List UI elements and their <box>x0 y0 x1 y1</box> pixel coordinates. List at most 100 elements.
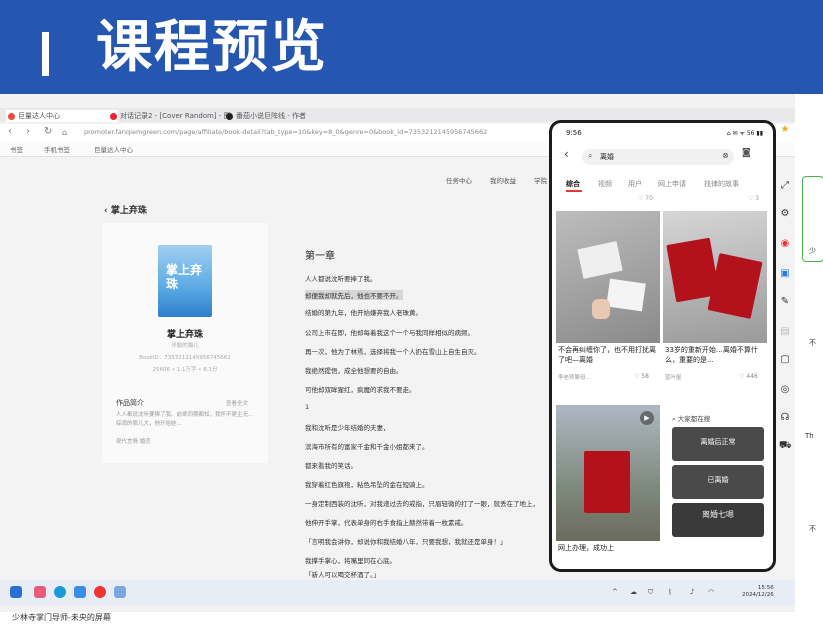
nav-academy[interactable]: 学院 <box>534 175 547 185</box>
likes-count: ♡ 3 <box>748 195 760 202</box>
note-card[interactable]: 33岁的重新开始…离婚不算什么，重要的是... 蓝叶屋 ♡ 446 <box>663 211 767 389</box>
recommend-label: 离婚七嗯 <box>702 510 734 519</box>
app-icon[interactable] <box>34 586 46 598</box>
course-banner: 课程预览 <box>0 0 823 94</box>
target-icon[interactable]: ◎ <box>779 384 791 396</box>
text-line: 人人都说沈听要捧了我。 <box>305 275 377 283</box>
chat-icon[interactable]: ▣ <box>779 268 791 280</box>
reload-icon[interactable]: ↻ <box>44 126 52 137</box>
browser-icon[interactable] <box>54 586 66 598</box>
right-panel-edge: 少 不 Th 不 <box>795 94 823 612</box>
note-card[interactable]: 不会再纠缠你了，也不用打扰离了吧—离婚 李老师聊母... ♡ 58 <box>556 211 660 389</box>
card-likes: ♡ 58 <box>634 373 649 380</box>
search-icon: ⌕ <box>588 151 593 160</box>
card-title: 不会再纠缠你了，也不用打扰离了吧—离婚 <box>558 346 656 364</box>
book-cover[interactable]: 掌上弃珠 <box>158 245 212 317</box>
tab-users[interactable]: 用户 <box>628 179 642 189</box>
edge-label: Th <box>805 432 814 440</box>
phone-time: 9:56 <box>566 129 582 137</box>
likes-count: ♡ 70 <box>638 195 653 202</box>
phone-status-icons: ⌂ ✉ ᯤ 56 ▮▮ <box>726 130 763 137</box>
intro-text: 人人都说沈听要捧了我。前辈同期都知，我怀不更主无...综观的罪儿大，他开始娃..… <box>116 412 254 427</box>
wifi-icon[interactable]: ◠ <box>708 588 714 596</box>
book-info-card: 掌上弃珠 掌上弃珠 洋胶的猫儿 BookID：73532121459567456… <box>102 223 268 463</box>
favorite-icon[interactable]: ★ <box>779 124 791 136</box>
cloud-icon[interactable]: ☁ <box>630 588 637 596</box>
text-line: 却便我却就先后，他也不要不开。 <box>305 290 403 300</box>
search-query: 离婚 <box>600 153 614 161</box>
tab-label: 番茄小说巨阵线 - 作者 <box>236 112 306 120</box>
tab-video[interactable]: 视频 <box>598 179 612 189</box>
bookmark-item[interactable]: 巨量达人中心 <box>94 144 133 154</box>
book-tags: 现代言情 婚恋 <box>116 439 151 445</box>
marriage-certificate-image <box>584 451 630 513</box>
copy-icon[interactable]: ▢ <box>779 354 791 366</box>
bluetooth-icon[interactable]: ᛒ <box>668 588 672 596</box>
tab-3[interactable]: 番茄小说巨阵线 - 作者 <box>224 110 336 122</box>
text-line: 再一次，他为了林焉，选择将我一个人扔在雪山上自生自灭。 <box>305 348 481 356</box>
nav-earnings[interactable]: 我的收益 <box>490 175 516 185</box>
play-icon[interactable]: ▶ <box>640 411 654 425</box>
edge-label: 少 <box>809 247 816 255</box>
camera-icon[interactable]: ◙ <box>742 148 751 158</box>
expand-icon[interactable]: ⤢ <box>779 180 791 192</box>
edge-label: 不 <box>809 525 816 533</box>
book-stats: 25606 • 1.1万字 • 8.1分 <box>152 367 218 373</box>
tab-stories[interactable]: 找律的故事 <box>704 179 739 189</box>
chevron-up-icon[interactable]: ^ <box>612 588 618 596</box>
card-title: 33岁的重新开始…离婚不算什么，重要的是... <box>665 346 758 364</box>
text-line: 滨海市所有的富家千金和千金小姐都来了。 <box>305 443 429 451</box>
book-id: BookID：7353212145956745662 <box>139 355 231 361</box>
clear-icon[interactable]: ⊗ <box>722 151 729 160</box>
text-line: 我绝然提悟，成全他想要的自由。 <box>305 367 403 375</box>
headset-icon[interactable]: ☊ <box>779 412 791 424</box>
note-card[interactable]: ▶ 网上办理，成功上 <box>556 405 660 565</box>
recommend-item[interactable]: 离婚七嗯 <box>672 503 764 537</box>
volume-icon[interactable]: ♪ <box>690 588 694 596</box>
intro-more-link[interactable]: 查看全文 <box>226 399 248 407</box>
hand-image <box>592 299 610 319</box>
app-icon[interactable] <box>74 586 86 598</box>
back-link[interactable]: ‹ 掌上弃珠 <box>104 203 147 216</box>
search-input[interactable]: ⌕ 离婚 ⊗ <box>582 149 734 165</box>
app-icon[interactable] <box>114 586 126 598</box>
tab-all[interactable]: 综合 <box>566 179 580 189</box>
back-arrow-icon[interactable]: ‹ <box>564 147 569 161</box>
settings-icon[interactable]: ⚙ <box>779 208 791 220</box>
cart-icon[interactable]: ⛟ <box>779 440 792 452</box>
document-paper <box>606 278 646 312</box>
edit-icon[interactable]: ✎ <box>779 296 791 308</box>
back-icon[interactable]: ‹ <box>8 126 12 137</box>
recommended-searches: ⌕ 大家都在搜 离婚后正常 已离婚 离婚七嗯 <box>668 413 768 563</box>
tab-favicon-icon <box>226 113 233 120</box>
tab-1[interactable]: 巨量达人中心 <box>6 110 118 122</box>
text-line: 可他却双眸猩红，疯魔的求我不要走。 <box>305 386 416 394</box>
card-likes: ♡ 446 <box>739 373 758 380</box>
text-line: 公司上市在即，他却每着我这个一个与我同样相似的病频。 <box>305 329 474 337</box>
chapter-title: 第一章 <box>305 251 335 262</box>
url-field[interactable]: promoter.fanqiemgreen.com/page/affiliate… <box>84 128 487 136</box>
shield-icon[interactable]: ⛉ <box>648 588 653 597</box>
card-photo <box>556 211 660 343</box>
recommend-label: 已离婚 <box>707 476 729 484</box>
home-icon[interactable]: ⌂ <box>62 128 67 137</box>
clock[interactable]: 15:56 2024/12/26 <box>742 585 774 599</box>
app-icon[interactable] <box>94 586 106 598</box>
nav-task-center[interactable]: 任务中心 <box>446 175 472 185</box>
recommend-item[interactable]: 已离婚 <box>672 465 764 499</box>
bookmark-item[interactable]: 手机书签 <box>44 144 70 154</box>
tab-2[interactable]: 对话记录2 - [Cover Random] - 图片 <box>108 110 232 122</box>
clock-time: 15:56 <box>757 585 774 591</box>
bookmark-item[interactable]: 书签 <box>10 144 23 154</box>
card-user: 蓝叶屋 <box>665 375 682 381</box>
forward-icon[interactable]: › <box>26 126 30 137</box>
edge-label: 不 <box>809 339 816 347</box>
lock-icon[interactable]: ▤ <box>779 326 791 338</box>
record-icon[interactable]: ◉ <box>779 238 791 250</box>
recommend-item[interactable]: 离婚后正常 <box>672 427 764 461</box>
tab-apply-online[interactable]: 网上申请 <box>658 179 686 189</box>
screen-share-caption: 少林寺掌门导师-未央的屏幕 <box>12 613 111 622</box>
text-line: 1 <box>305 403 310 411</box>
recommend-heading: ⌕ 大家都在搜 <box>672 413 710 424</box>
start-icon[interactable] <box>10 586 22 598</box>
